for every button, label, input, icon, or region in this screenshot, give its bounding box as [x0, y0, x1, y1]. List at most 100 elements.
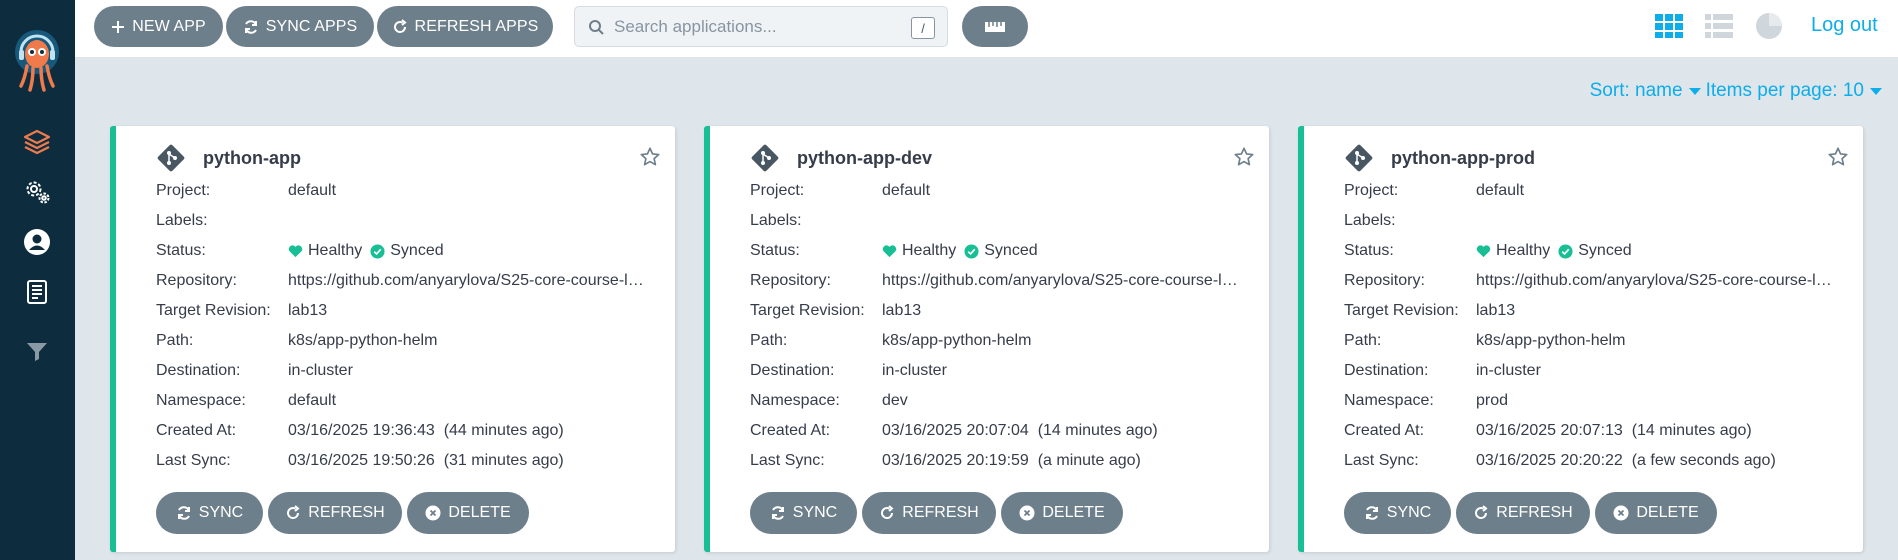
sort-dropdown[interactable]: Sort: name [1590, 80, 1701, 102]
app-name[interactable]: python-app-dev [797, 148, 932, 169]
value-text: in-cluster [288, 362, 353, 379]
field-value-last-sync: 03/16/2025 20:19:59 (a minute ago) [882, 452, 1240, 470]
refresh-apps-button[interactable]: REFRESH APPS [377, 6, 553, 47]
value-text: 03/16/2025 19:50:26 (31 minutes ago) [288, 452, 564, 469]
sync-button[interactable]: SYNC [1344, 492, 1451, 534]
value-text: k8s/app-python-helm [882, 332, 1032, 349]
field-label: Created At: [156, 422, 237, 439]
sync-status: Synced [1558, 242, 1632, 260]
git-icon [751, 144, 779, 172]
refresh-button[interactable]: REFRESH [862, 492, 996, 534]
field-row-namespace: Namespace: default [156, 386, 646, 416]
delete-button[interactable]: DELETE [407, 492, 529, 534]
field-row-status: Status: Healthy Synced [156, 236, 646, 266]
sync-icon [1364, 505, 1380, 521]
field-row-created-at: Created At: 03/16/2025 20:07:04 (14 minut… [750, 416, 1240, 446]
field-value-namespace: prod [1476, 392, 1834, 410]
field-value-target-revision: lab13 [882, 302, 1240, 320]
health-status: Healthy [288, 242, 362, 260]
field-row-last-sync: Last Sync: 03/16/2025 20:19:59 (a minute … [750, 446, 1240, 476]
delete-circle-icon [1019, 505, 1035, 521]
favorite-star-icon[interactable] [1827, 146, 1849, 173]
field-label: Namespace: [750, 392, 840, 409]
summary-pie-icon[interactable] [1753, 11, 1785, 41]
field-label: Project: [1344, 182, 1399, 199]
heart-icon [288, 245, 303, 258]
tiles-view-icon[interactable] [1653, 11, 1685, 41]
field-value-path: k8s/app-python-helm [882, 332, 1240, 350]
ruler-icon[interactable] [962, 6, 1028, 47]
list-view-icon[interactable] [1703, 11, 1735, 41]
user-account-icon[interactable] [22, 227, 52, 257]
logout-link[interactable]: Log out [1811, 14, 1878, 37]
field-value-created-at: 03/16/2025 20:07:13 (14 minutes ago) [1476, 422, 1834, 440]
delete-button[interactable]: DELETE [1595, 492, 1717, 534]
field-row-path: Path: k8s/app-python-helm [1344, 326, 1834, 356]
field-label: Namespace: [156, 392, 246, 409]
value-text: https://github.com/anyarylova/S25-core-c… [288, 272, 646, 289]
settings-gears-icon[interactable] [22, 176, 52, 206]
field-value-namespace: dev [882, 392, 1240, 410]
field-row-path: Path: k8s/app-python-helm [750, 326, 1240, 356]
field-value-repository[interactable]: https://github.com/anyarylova/S25-core-c… [288, 272, 646, 290]
delete-button[interactable]: DELETE [1001, 492, 1123, 534]
argo-logo-icon[interactable] [13, 30, 61, 92]
value-text: default [1476, 182, 1525, 199]
field-row-status: Status: Healthy Synced [1344, 236, 1834, 266]
field-row-repository: Repository: https://github.com/anyarylova… [156, 266, 646, 296]
value-text: 03/16/2025 20:07:13 (14 minutes ago) [1476, 422, 1752, 439]
field-row-created-at: Created At: 03/16/2025 19:36:43 (44 minut… [156, 416, 646, 446]
docs-book-icon[interactable] [22, 277, 52, 307]
filter-icon[interactable] [22, 336, 52, 366]
app-card[interactable]: python-app-dev Project: default Labels: Sta… [704, 126, 1269, 552]
field-label: Target Revision: [750, 302, 865, 319]
refresh-button[interactable]: REFRESH [1456, 492, 1590, 534]
items-per-page-dropdown[interactable]: Items per page: 10 [1706, 80, 1882, 102]
sync-button[interactable]: SYNC [156, 492, 263, 534]
field-label: Labels: [156, 212, 208, 229]
field-value-status: Healthy Synced [1476, 242, 1834, 260]
sync-label: SYNC [1386, 504, 1432, 521]
field-value-repository[interactable]: https://github.com/anyarylova/S25-core-c… [1476, 272, 1834, 290]
sync-button[interactable]: SYNC [750, 492, 857, 534]
field-row-target-revision: Target Revision: lab13 [1344, 296, 1834, 326]
delete-circle-icon [425, 505, 441, 521]
sync-label: Synced [984, 242, 1038, 259]
field-row-labels: Labels: [156, 206, 646, 236]
field-label: Created At: [1344, 422, 1425, 439]
search-field[interactable]: / [574, 6, 948, 47]
sync-apps-button[interactable]: SYNC APPS [226, 6, 374, 47]
field-label: Project: [750, 182, 805, 199]
field-label: Last Sync: [156, 452, 231, 469]
app-card[interactable]: python-app-prod Project: default Labels: St… [1298, 126, 1863, 552]
refresh-icon [1473, 505, 1489, 521]
delete-label: DELETE [1636, 504, 1699, 521]
field-label: Last Sync: [750, 452, 825, 469]
field-label: Destination: [156, 362, 241, 379]
field-label: Project: [156, 182, 211, 199]
field-label: Status: [1344, 242, 1394, 259]
refresh-button[interactable]: REFRESH [268, 492, 402, 534]
app-card[interactable]: python-app Project: default Labels: Status:… [110, 126, 675, 552]
sync-apps-label: SYNC APPS [265, 17, 358, 35]
field-value-project: default [1476, 182, 1834, 200]
field-value-project: default [288, 182, 646, 200]
field-label: Destination: [1344, 362, 1429, 379]
search-input[interactable] [614, 16, 904, 37]
applications-layers-icon[interactable] [22, 127, 52, 157]
field-label: Namespace: [1344, 392, 1434, 409]
value-text: lab13 [882, 302, 922, 319]
new-app-button[interactable]: NEW APP [94, 6, 223, 47]
favorite-star-icon[interactable] [639, 146, 661, 173]
field-row-destination: Destination: in-cluster [750, 356, 1240, 386]
sync-label: Synced [1578, 242, 1632, 259]
value-text: 03/16/2025 20:07:04 (14 minutes ago) [882, 422, 1158, 439]
refresh-label: REFRESH [308, 504, 385, 521]
app-name[interactable]: python-app-prod [1391, 148, 1535, 169]
favorite-star-icon[interactable] [1233, 146, 1255, 173]
field-label: Repository: [156, 272, 237, 289]
field-value-created-at: 03/16/2025 19:36:43 (44 minutes ago) [288, 422, 646, 440]
app-name[interactable]: python-app [203, 148, 301, 169]
field-value-created-at: 03/16/2025 20:07:04 (14 minutes ago) [882, 422, 1240, 440]
field-value-repository[interactable]: https://github.com/anyarylova/S25-core-c… [882, 272, 1240, 290]
